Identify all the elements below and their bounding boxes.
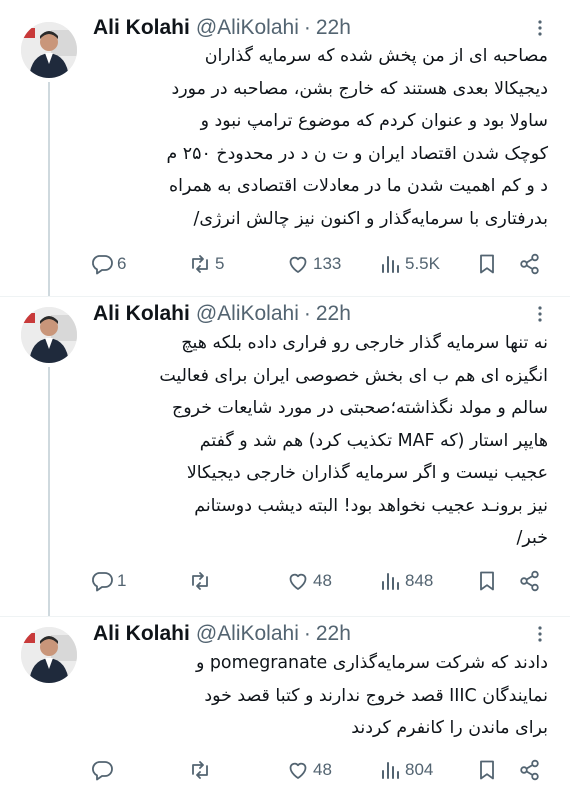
tweet-text-line: مصاحبه ای از من پخش شده که سرمایه گذاران — [204, 46, 548, 66]
views-button[interactable]: 848 — [380, 567, 433, 595]
like-count: 48 — [313, 760, 332, 779]
tweet-text-line: دادند که شرکت سرمایه‌گذاری pomegranate و — [195, 653, 548, 673]
reply-icon — [90, 252, 114, 276]
separator-dot: · — [303, 302, 311, 325]
bookmark-icon — [476, 569, 498, 593]
more-options-icon[interactable] — [530, 304, 550, 324]
tweet-text: نه تنها سرمایه گذار خارجی رو فراری داده … — [93, 327, 548, 555]
timestamp[interactable]: 22h — [316, 302, 351, 326]
avatar[interactable] — [21, 22, 77, 78]
repost-button[interactable]: 5 — [188, 250, 224, 278]
thread-line — [48, 367, 50, 616]
author-handle[interactable]: @AliKolahi — [196, 622, 299, 646]
tweet[interactable]: Ali Kolahi @AliKolahi · 22h نه تنها سرما… — [0, 297, 570, 616]
like-button[interactable]: 133 — [286, 250, 341, 278]
separator-dot: · — [303, 16, 311, 39]
repost-icon — [188, 252, 212, 276]
tweet-text-line: نه تنها سرمایه گذار خارجی رو فراری داده … — [181, 333, 548, 353]
tweet-text-line: نیز برونـد عجیب نخواهد بود! البته دیشب د… — [194, 495, 548, 516]
views-chart-icon — [380, 758, 402, 782]
bookmark-icon — [476, 252, 498, 276]
timestamp[interactable]: 22h — [316, 16, 351, 40]
tweet-text-line: بدرفتاری با سرمایه‌گذار و اکنون نیز چالش… — [193, 208, 548, 229]
tweet[interactable]: Ali Kolahi @AliKolahi · 22h مصاحبه ای از… — [0, 0, 570, 296]
repost-count: 5 — [215, 254, 225, 273]
views-count: 848 — [405, 571, 434, 590]
views-button[interactable]: 5.5K — [380, 250, 440, 278]
share-button[interactable] — [518, 756, 542, 784]
tweet-text-line: خبر/ — [516, 528, 548, 548]
more-options-icon[interactable] — [530, 624, 550, 644]
reply-icon — [90, 758, 114, 782]
heart-icon — [286, 252, 310, 276]
views-count: 5.5K — [405, 254, 440, 273]
reply-count: 6 — [117, 254, 127, 273]
reply-button[interactable] — [90, 756, 117, 784]
tweet-text: دادند که شرکت سرمایه‌گذاری pomegranate و… — [93, 647, 548, 745]
views-chart-icon — [380, 252, 402, 276]
tweet[interactable]: Ali Kolahi @AliKolahi · 22h دادند که شرک… — [0, 617, 570, 800]
thread-line — [48, 82, 50, 296]
bookmark-button[interactable] — [476, 250, 498, 278]
avatar[interactable] — [21, 307, 77, 363]
share-button[interactable] — [518, 567, 542, 595]
views-button[interactable]: 804 — [380, 756, 433, 784]
timestamp[interactable]: 22h — [316, 622, 351, 646]
repost-button[interactable] — [188, 756, 215, 784]
like-button[interactable]: 48 — [286, 567, 332, 595]
heart-icon — [286, 569, 310, 593]
like-button[interactable]: 48 — [286, 756, 332, 784]
repost-button[interactable] — [188, 567, 215, 595]
author-name[interactable]: Ali Kolahi — [93, 302, 190, 326]
tweet-text-line: عجیب نیست و اگر سرمایه گذاران خارجی دیجی… — [186, 463, 548, 483]
bookmark-icon — [476, 758, 498, 782]
repost-icon — [188, 758, 212, 782]
share-icon — [518, 758, 542, 782]
tweet-text-line: سالم و مولد نگذاشته؛صحبتی در مورد شایعات… — [172, 398, 548, 418]
author-handle[interactable]: @AliKolahi — [196, 302, 299, 326]
bookmark-button[interactable] — [476, 756, 498, 784]
separator-dot: · — [303, 622, 311, 645]
like-count: 48 — [313, 571, 332, 590]
more-options-icon[interactable] — [530, 18, 550, 38]
reply-button[interactable]: 6 — [90, 250, 126, 278]
like-count: 133 — [313, 254, 342, 273]
tweet-text-line: دیجیکالا بعدی هستند که خارج بشن، مصاحبه … — [171, 78, 548, 99]
avatar[interactable] — [21, 627, 77, 683]
views-count: 804 — [405, 760, 434, 779]
author-name[interactable]: Ali Kolahi — [93, 16, 190, 40]
tweet-text-line: انگیزه ای هم ب ای بخش خصوصی ایران برای ف… — [159, 365, 548, 386]
author-name[interactable]: Ali Kolahi — [93, 622, 190, 646]
tweet-text-line: برای ماندن را کانفرم کردند — [351, 718, 548, 738]
reply-button[interactable]: 1 — [90, 567, 126, 595]
share-button[interactable] — [518, 250, 542, 278]
tweet-text-line: ساولا بود و عنوان کردم که موضوع ترامپ نب… — [200, 111, 548, 131]
tweet-text: مصاحبه ای از من پخش شده که سرمایه گذاران… — [93, 40, 548, 235]
share-icon — [518, 252, 542, 276]
heart-icon — [286, 758, 310, 782]
tweet-text-line: کوچک شدن اقتصاد ایران و ت ن د در محدودخ … — [166, 143, 548, 164]
author-handle[interactable]: @AliKolahi — [196, 16, 299, 40]
tweet-text-line: د و کم اهمیت شدن ما در معادلات اقتصادی ب… — [169, 176, 548, 196]
reply-icon — [90, 569, 114, 593]
reply-count: 1 — [117, 571, 127, 590]
tweet-text-line: هایپر استار (که MAF تکذیب کرد) هم شد و گ… — [199, 430, 548, 451]
repost-icon — [188, 569, 212, 593]
share-icon — [518, 569, 542, 593]
tweet-text-line: نمایندگان IIIC قصد خروج ندارند و کتبا قص… — [204, 685, 548, 706]
bookmark-button[interactable] — [476, 567, 498, 595]
views-chart-icon — [380, 569, 402, 593]
